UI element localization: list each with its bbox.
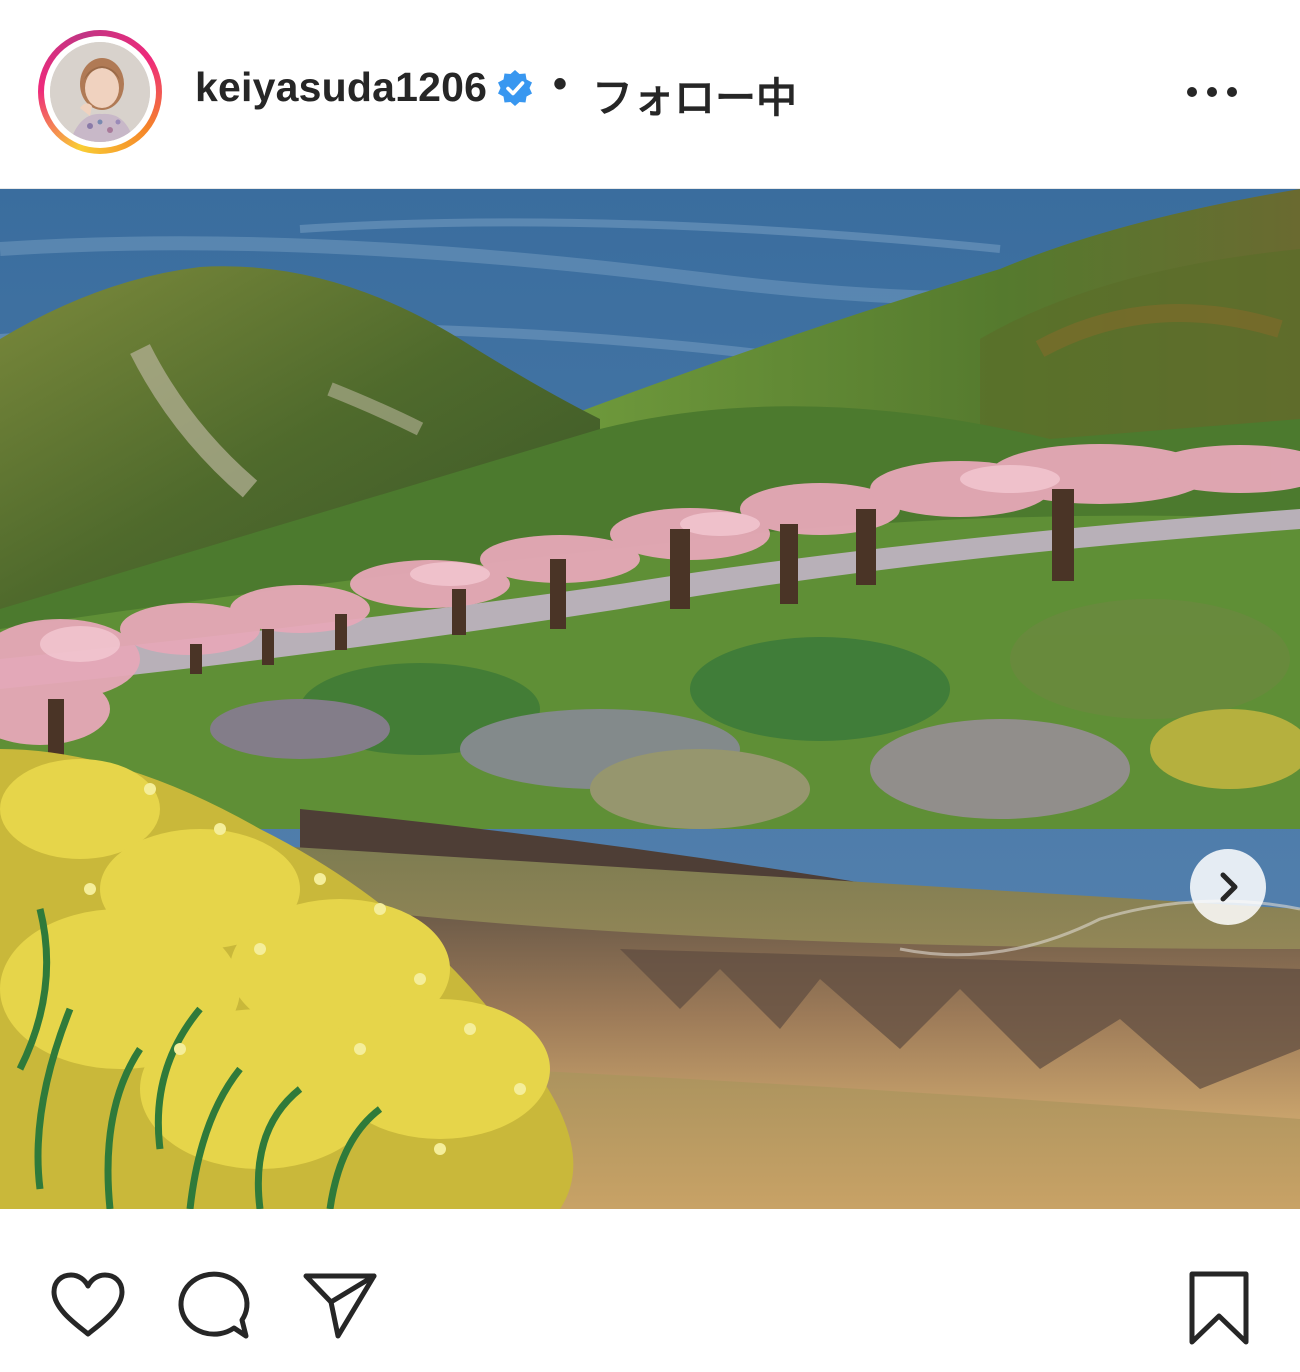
- chevron-right-icon: [1220, 872, 1238, 902]
- more-options-icon[interactable]: [1182, 72, 1244, 112]
- heart-icon[interactable]: [50, 1272, 126, 1338]
- username-link[interactable]: keiyasuda1206: [195, 64, 487, 111]
- separator-dot: •: [553, 62, 568, 106]
- action-bar: [0, 1210, 1300, 1372]
- story-ring[interactable]: [38, 30, 162, 154]
- verified-badge-icon: [498, 70, 532, 106]
- comment-bubble-icon[interactable]: [176, 1270, 252, 1342]
- bookmark-icon[interactable]: [1186, 1270, 1252, 1346]
- avatar[interactable]: [50, 42, 150, 142]
- paper-plane-icon[interactable]: [302, 1270, 378, 1342]
- following-button[interactable]: フォロー中: [592, 64, 797, 124]
- post-header: keiyasuda1206 • フォロー中: [0, 0, 1300, 186]
- avatar-border: [44, 36, 156, 148]
- painting-image: [0, 189, 1300, 1209]
- profile-photo: [50, 42, 150, 142]
- post-image[interactable]: [0, 188, 1300, 1209]
- carousel-next-button[interactable]: [1190, 849, 1266, 925]
